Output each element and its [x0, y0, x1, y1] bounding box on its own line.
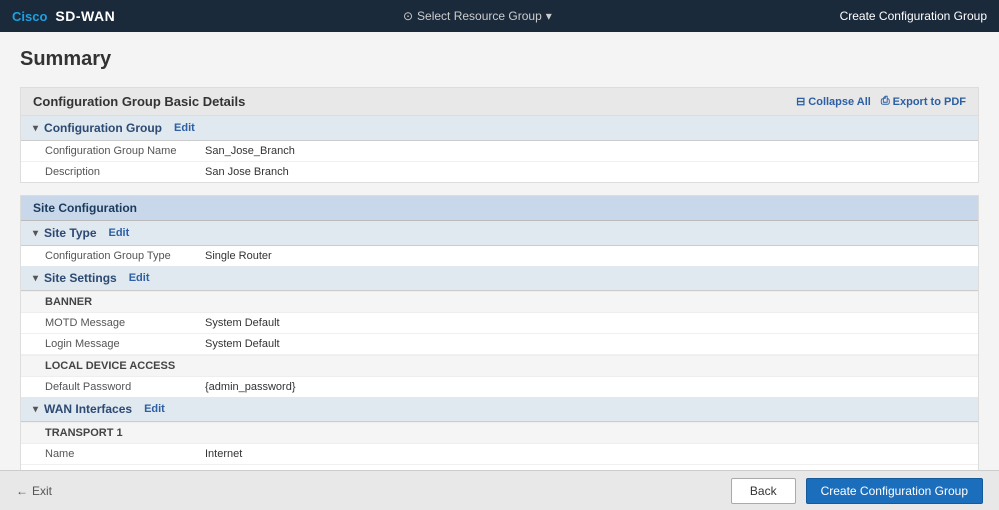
table-row: Configuration Group Type Single Router: [21, 246, 978, 266]
config-group-subsection-header: ▾ Configuration Group Edit: [21, 116, 978, 141]
site-type-label: Site Type: [44, 226, 96, 240]
table-row: Default Password {admin_password}: [21, 377, 978, 397]
page-title: Summary: [20, 48, 979, 71]
config-basic-details-header: Configuration Group Basic Details ⊟ Coll…: [21, 88, 978, 116]
local-device-access-label: LOCAL DEVICE ACCESS: [21, 355, 978, 377]
chevron-down-icon: ▾: [33, 123, 38, 134]
site-config-header: Site Configuration: [21, 196, 978, 221]
wan-interfaces-label: WAN Interfaces: [44, 402, 132, 416]
create-config-group-button[interactable]: Create Configuration Group: [806, 478, 983, 504]
config-group-fields: Configuration Group Name San_Jose_Branch…: [21, 141, 978, 182]
export-icon: ⎙: [881, 95, 890, 108]
exit-area[interactable]: ← Exit: [16, 484, 52, 498]
wan-interfaces-fields: TRANSPORT 1 Name Internet Type public-In…: [21, 422, 978, 470]
export-pdf-button[interactable]: ⎙ Export to PDF: [881, 95, 966, 108]
site-settings-edit-link[interactable]: Edit: [129, 272, 150, 284]
site-settings-subsection-header: ▾ Site Settings Edit: [21, 266, 978, 291]
field-value-config-name: San_Jose_Branch: [205, 145, 295, 157]
transport-1-label: TRANSPORT 1: [21, 422, 978, 444]
field-value-login-msg: System Default: [205, 338, 280, 350]
step-label: Create Configuration Group: [840, 9, 987, 23]
resource-group-selector[interactable]: ⊙ Select Resource Group ▾: [403, 9, 552, 23]
resource-group-label: Select Resource Group: [417, 9, 542, 23]
step-indicator: Create Configuration Group: [840, 9, 987, 23]
exit-label: Exit: [32, 484, 52, 498]
banner-group-label: BANNER: [21, 291, 978, 313]
field-value-config-group-type: Single Router: [205, 250, 272, 262]
field-label-wan-name: Name: [45, 448, 205, 460]
site-type-edit-link[interactable]: Edit: [109, 227, 130, 239]
field-label-config-name: Configuration Group Name: [45, 145, 205, 157]
table-row: Configuration Group Name San_Jose_Branch: [21, 141, 978, 162]
site-config-title: Site Configuration: [33, 201, 137, 215]
field-label-default-password: Default Password: [45, 381, 205, 393]
main-content: Summary Configuration Group Basic Detail…: [0, 32, 999, 470]
wan-interfaces-subsection-header: ▾ WAN Interfaces Edit: [21, 397, 978, 422]
chevron-down-icon-site-settings: ▾: [33, 273, 38, 284]
table-row: Description San Jose Branch: [21, 162, 978, 182]
app-header: Cisco SD-WAN ⊙ Select Resource Group ▾ C…: [0, 0, 999, 32]
table-row: Name Internet: [21, 444, 978, 465]
field-label-description: Description: [45, 166, 205, 178]
field-value-description: San Jose Branch: [205, 166, 289, 178]
wan-interfaces-edit-link[interactable]: Edit: [144, 403, 165, 415]
back-button[interactable]: Back: [731, 478, 796, 504]
resource-group-icon: ⊙: [403, 9, 413, 23]
config-group-label: Configuration Group: [44, 121, 162, 135]
field-value-wan-type: public-Internet: [205, 469, 275, 470]
table-row: MOTD Message System Default: [21, 313, 978, 334]
field-value-wan-name: Internet: [205, 448, 242, 460]
site-type-fields: Configuration Group Type Single Router: [21, 246, 978, 266]
site-type-subsection-header: ▾ Site Type Edit: [21, 221, 978, 246]
field-label-wan-type: Type: [45, 469, 205, 470]
field-label-config-group-type: Configuration Group Type: [45, 250, 205, 262]
collapse-all-button[interactable]: ⊟ Collapse All: [796, 95, 871, 108]
config-group-edit-link[interactable]: Edit: [174, 122, 195, 134]
field-label-motd: MOTD Message: [45, 317, 205, 329]
logo-area: Cisco SD-WAN: [12, 8, 115, 24]
config-basic-details-title: Configuration Group Basic Details: [33, 94, 245, 109]
table-row: Login Message System Default: [21, 334, 978, 355]
resource-group-chevron: ▾: [546, 9, 552, 23]
field-value-default-password: {admin_password}: [205, 381, 296, 393]
footer-actions: Back Create Configuration Group: [731, 478, 983, 504]
collapse-icon: ⊟: [796, 95, 805, 108]
product-name: SD-WAN: [55, 8, 115, 24]
exit-icon: ←: [16, 484, 28, 498]
basic-details-actions: ⊟ Collapse All ⎙ Export to PDF: [796, 95, 966, 108]
site-config-section: Site Configuration ▾ Site Type Edit Conf…: [20, 195, 979, 470]
footer: ← Exit Back Create Configuration Group: [0, 470, 999, 510]
field-value-motd: System Default: [205, 317, 280, 329]
cisco-logo: Cisco: [12, 9, 47, 24]
field-label-login-msg: Login Message: [45, 338, 205, 350]
chevron-down-icon-site-type: ▾: [33, 228, 38, 239]
site-settings-label: Site Settings: [44, 271, 117, 285]
config-basic-details-section: Configuration Group Basic Details ⊟ Coll…: [20, 87, 979, 183]
chevron-down-icon-wan: ▾: [33, 404, 38, 415]
site-settings-fields: BANNER MOTD Message System Default Login…: [21, 291, 978, 397]
